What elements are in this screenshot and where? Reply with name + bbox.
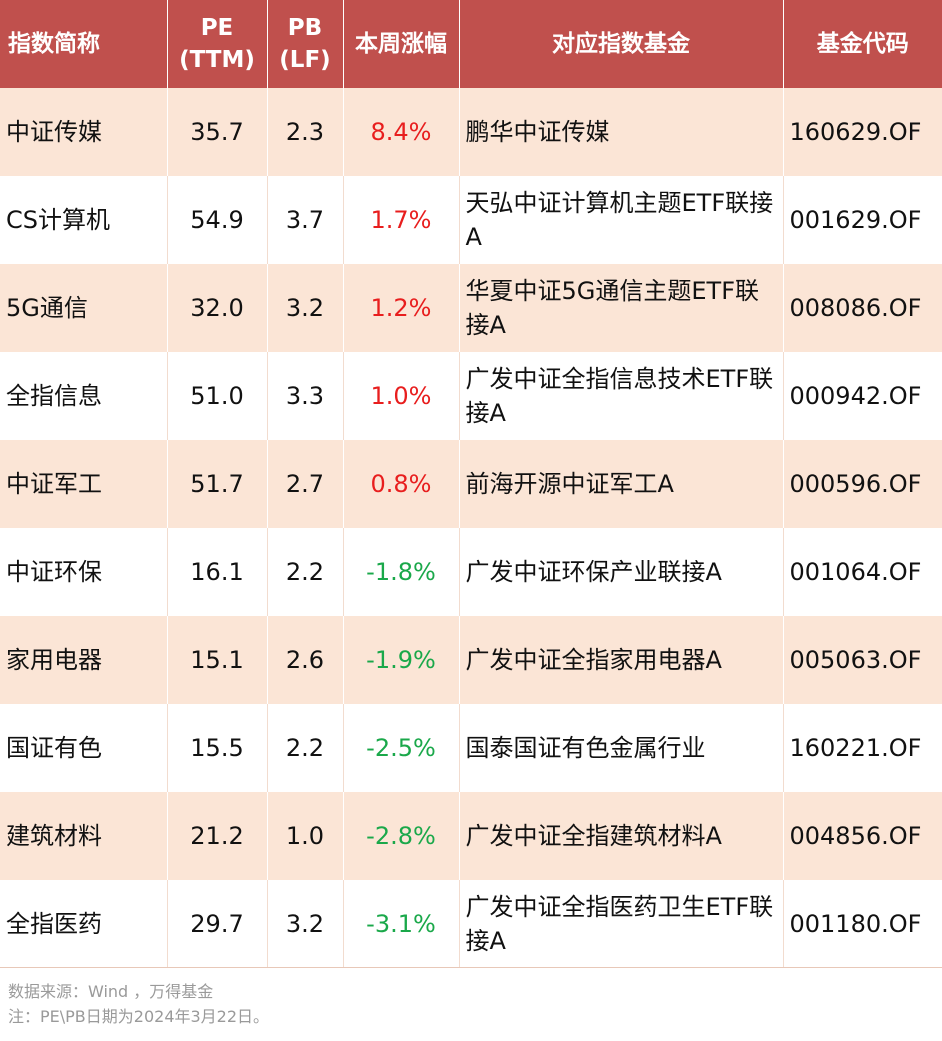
table-row: 5G通信 32.0 3.2 1.2% 华夏中证5G通信主题ETF联接A 008086.OF — [0, 264, 942, 352]
fund-code-cell: 000942.OF — [789, 382, 922, 410]
header-pb-line2: (LF) — [279, 47, 331, 73]
header-weekly-change: 本周涨幅 — [343, 0, 460, 88]
index-name-cell: 全指医药 — [0, 880, 168, 968]
pb-cell: 2.6 — [267, 616, 344, 704]
table-row: 全指医药 29.7 3.2 -3.1% 广发中证全指医药卫生ETF联接A 001180.O… — [0, 880, 942, 968]
weekly-change-cell: -2.8% — [343, 792, 460, 880]
index-name-cell: 中证传媒 — [0, 88, 168, 176]
fund-name-cell: 广发中证全指医药卫生ETF联接A — [459, 880, 784, 968]
pe-cell: 51.7 — [167, 440, 268, 528]
fund-code-cell: 001064.OF — [789, 558, 922, 586]
index-name-cell: 中证军工 — [0, 440, 168, 528]
fund-code-cell: 001180.OF — [789, 910, 922, 938]
table-header: 指数简称 PE (TTM) PB (LF) 本周涨幅 对应指数基金 基金代码 — [0, 0, 942, 88]
weekly-change-cell: -1.8% — [343, 528, 460, 616]
fund-name-cell: 华夏中证5G通信主题ETF联接A — [459, 264, 784, 352]
pe-cell: 54.9 — [167, 176, 268, 264]
header-pb-line1: PB — [287, 15, 323, 41]
pe-cell: 15.1 — [167, 616, 268, 704]
header-index-name: 指数简称 — [0, 0, 168, 88]
header-pe-line1: PE — [200, 15, 234, 41]
fund-name-cell: 国泰国证有色金属行业 — [459, 704, 784, 792]
pb-cell: 3.3 — [267, 352, 344, 440]
pe-cell: 21.2 — [167, 792, 268, 880]
index-name-cell: 家用电器 — [0, 616, 168, 704]
fund-code-cell: 005063.OF — [789, 646, 922, 674]
pe-cell: 32.0 — [167, 264, 268, 352]
pb-cell: 2.2 — [267, 528, 344, 616]
pb-cell: 2.3 — [267, 88, 344, 176]
date-note: 注：PE\PB日期为2024年3月22日。 — [8, 1007, 270, 1026]
table-row: 中证军工 51.7 2.7 0.8% 前海开源中证军工A 000596.OF — [0, 440, 942, 528]
table-row: 中证传媒 35.7 2.3 8.4% 鹏华中证传媒 160629.OF — [0, 88, 942, 176]
pe-cell: 35.7 — [167, 88, 268, 176]
index-valuation-table: 指数简称 PE (TTM) PB (LF) 本周涨幅 对应指数基金 基金代码 中… — [0, 0, 942, 968]
data-source-note: 数据来源：Wind ，万得基金 — [8, 982, 214, 1001]
pb-cell: 1.0 — [267, 792, 344, 880]
fund-name-cell: 广发中证全指建筑材料A — [459, 792, 784, 880]
pb-cell: 3.2 — [267, 880, 344, 968]
table-row: CS计算机 54.9 3.7 1.7% 天弘中证计算机主题ETF联接A 001629.OF — [0, 176, 942, 264]
index-name-cell: 建筑材料 — [0, 792, 168, 880]
weekly-change-cell: 8.4% — [343, 88, 460, 176]
header-code: 基金代码 — [816, 31, 909, 57]
weekly-change-cell: 1.2% — [343, 264, 460, 352]
fund-code-cell: 160629.OF — [789, 118, 922, 146]
header-fund: 对应指数基金 — [459, 0, 784, 88]
weekly-change-cell: -1.9% — [343, 616, 460, 704]
pe-cell: 51.0 — [167, 352, 268, 440]
header-row: 指数简称 PE (TTM) PB (LF) 本周涨幅 对应指数基金 基金代码 — [0, 0, 942, 88]
fund-name-cell: 天弘中证计算机主题ETF联接A — [459, 176, 784, 264]
fund-name-cell: 广发中证全指信息技术ETF联接A — [459, 352, 784, 440]
footer-notes: 数据来源：Wind ，万得基金 注：PE\PB日期为2024年3月22日。 — [8, 979, 269, 1029]
fund-code-cell: 000596.OF — [789, 470, 922, 498]
fund-code-cell: 160221.OF — [789, 734, 922, 762]
pb-cell: 3.2 — [267, 264, 344, 352]
header-pe: PE (TTM) — [167, 0, 268, 88]
weekly-change-cell: 1.0% — [343, 352, 460, 440]
weekly-change-cell: -2.5% — [343, 704, 460, 792]
pb-cell: 2.2 — [267, 704, 344, 792]
index-name-cell: 全指信息 — [0, 352, 168, 440]
fund-name-cell: 广发中证全指家用电器A — [459, 616, 784, 704]
table-row: 国证有色 15.5 2.2 -2.5% 国泰国证有色金属行业 160221.OF — [0, 704, 942, 792]
fund-name-cell: 鹏华中证传媒 — [459, 88, 784, 176]
table-body: 中证传媒 35.7 2.3 8.4% 鹏华中证传媒 160629.OF CS计算机 54.9 3… — [0, 88, 942, 968]
table-bottom-border — [0, 967, 942, 968]
pe-cell: 29.7 — [167, 880, 268, 968]
weekly-change-cell: 0.8% — [343, 440, 460, 528]
pe-cell: 16.1 — [167, 528, 268, 616]
index-name-cell: CS计算机 — [0, 176, 168, 264]
header-pe-line2: (TTM) — [179, 47, 255, 73]
pe-cell: 15.5 — [167, 704, 268, 792]
weekly-change-cell: 1.7% — [343, 176, 460, 264]
weekly-change-cell: -3.1% — [343, 880, 460, 968]
fund-name-cell: 前海开源中证军工A — [459, 440, 784, 528]
table-row: 中证环保 16.1 2.2 -1.8% 广发中证环保产业联接A 001064.OF — [0, 528, 942, 616]
table-row: 家用电器 15.1 2.6 -1.9% 广发中证全指家用电器A 005063.OF — [0, 616, 942, 704]
fund-code-cell: 008086.OF — [789, 294, 922, 322]
header-pb: PB (LF) — [267, 0, 344, 88]
index-valuation-table-container: 指数简称 PE (TTM) PB (LF) 本周涨幅 对应指数基金 基金代码 中… — [0, 0, 942, 968]
table-row: 建筑材料 21.2 1.0 -2.8% 广发中证全指建筑材料A 004856.OF — [0, 792, 942, 880]
table-row: 全指信息 51.0 3.3 1.0% 广发中证全指信息技术ETF联接A 000942.OF — [0, 352, 942, 440]
pb-cell: 2.7 — [267, 440, 344, 528]
index-name-cell: 5G通信 — [0, 264, 168, 352]
fund-name-cell: 广发中证环保产业联接A — [459, 528, 784, 616]
pb-cell: 3.7 — [267, 176, 344, 264]
index-name-cell: 中证环保 — [0, 528, 168, 616]
fund-code-cell: 004856.OF — [789, 822, 922, 850]
fund-code-cell: 001629.OF — [789, 206, 922, 234]
index-name-cell: 国证有色 — [0, 704, 168, 792]
